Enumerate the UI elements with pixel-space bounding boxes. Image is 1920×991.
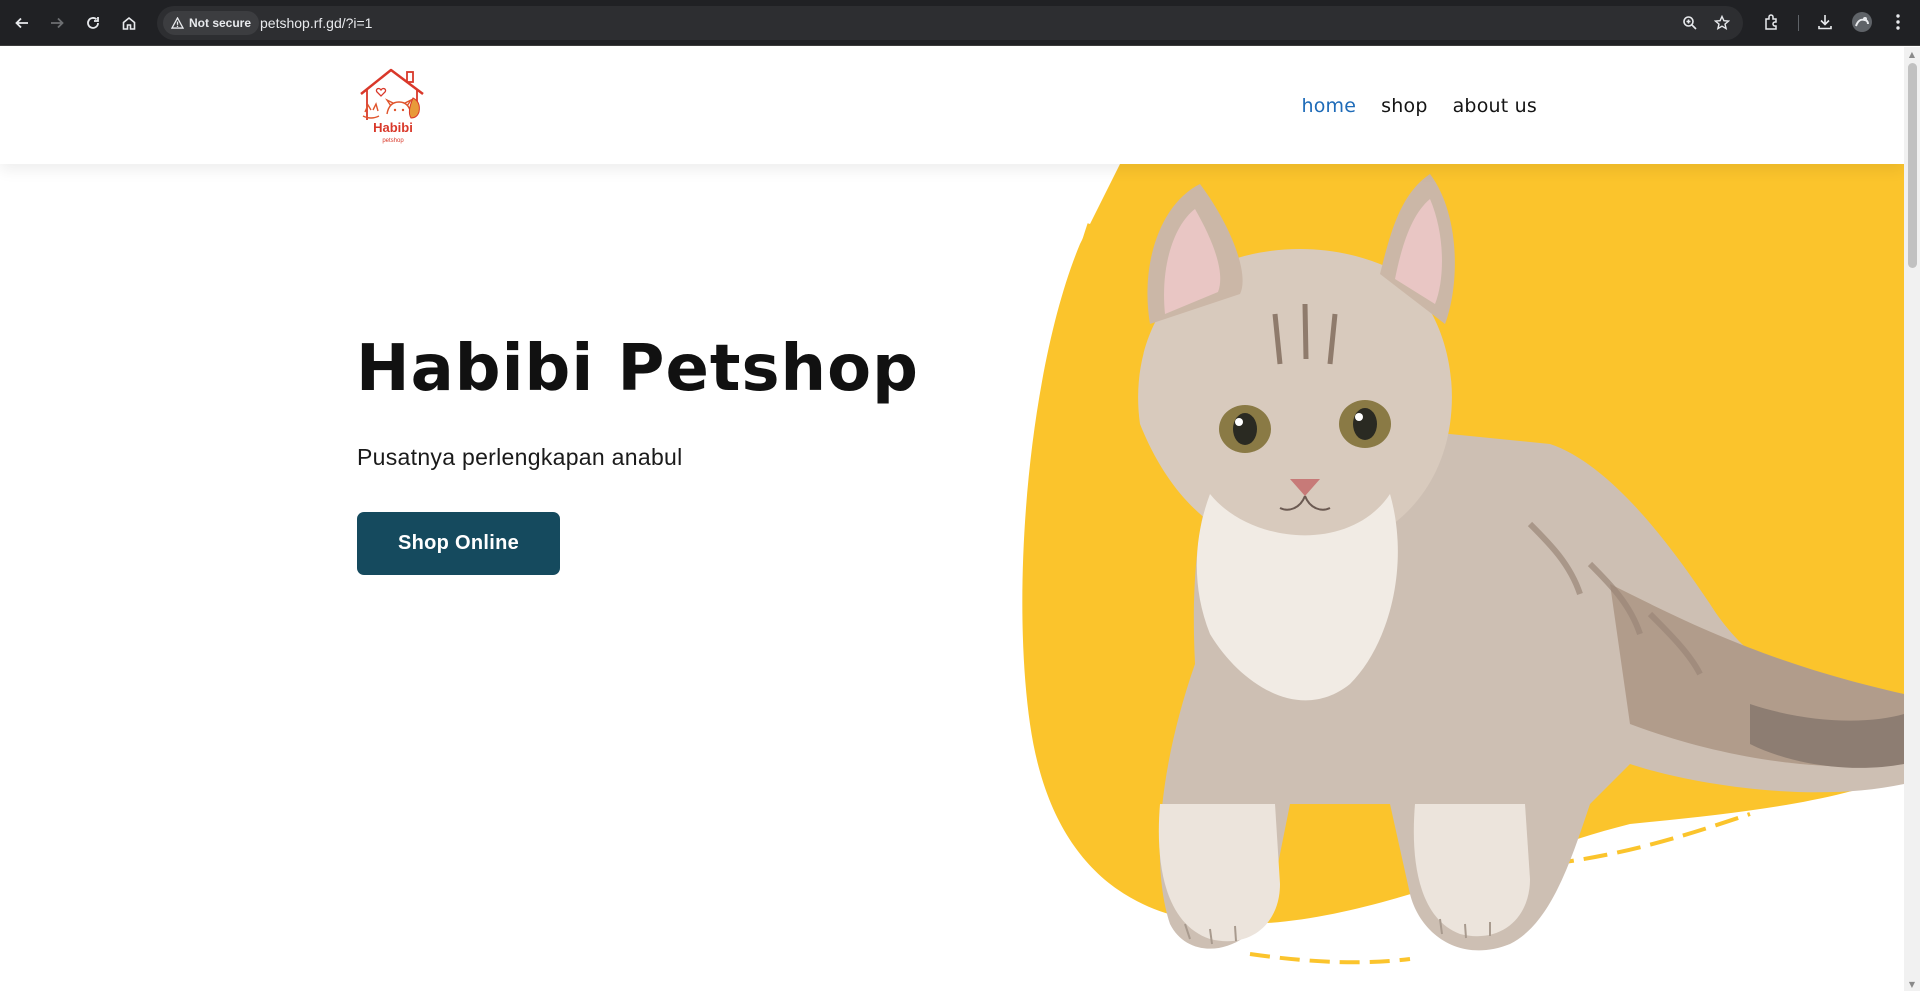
nav-home[interactable]: home — [1301, 95, 1356, 117]
profile-avatar-icon[interactable] — [1849, 9, 1875, 35]
back-button[interactable] — [7, 8, 37, 38]
hero-cat-image — [1022, 164, 1904, 965]
security-chip[interactable]: Not secure — [163, 11, 260, 35]
site-header: Habibi petshop home shop about us — [0, 47, 1904, 164]
site-logo[interactable]: Habibi petshop — [357, 66, 429, 146]
menu-kebab-icon[interactable] — [1885, 9, 1911, 35]
logo-subtext: petshop — [382, 138, 404, 144]
download-icon[interactable] — [1812, 9, 1838, 35]
shop-online-button[interactable]: Shop Online — [357, 512, 560, 575]
scrollbar-thumb[interactable] — [1908, 63, 1917, 268]
reload-button[interactable] — [78, 8, 108, 38]
hero-subtitle: Pusatnya perlengkapan anabul — [357, 444, 683, 470]
reload-icon — [87, 17, 99, 29]
petshop-logo-icon: Habibi petshop — [360, 68, 424, 144]
main-nav: home shop about us — [1301, 47, 1537, 164]
warning-icon — [171, 17, 184, 29]
scroll-up-arrow-icon[interactable]: ▲ — [1904, 47, 1920, 61]
address-bar[interactable]: Not secure petshop.rf.gd/?i=1 — [157, 6, 1743, 40]
page-scrollbar[interactable]: ▲ ▼ — [1904, 47, 1920, 991]
home-button[interactable] — [114, 8, 144, 38]
page-viewport: Habibi petshop home shop about us Habibi… — [0, 47, 1904, 991]
extensions-icon[interactable] — [1759, 9, 1785, 35]
security-label: Not secure — [189, 16, 252, 30]
forward-button[interactable] — [42, 8, 72, 38]
bookmark-star-icon[interactable] — [1712, 13, 1732, 33]
url-text[interactable]: petshop.rf.gd/?i=1 — [260, 6, 372, 40]
nav-about-us[interactable]: about us — [1453, 95, 1537, 117]
logo-text: Habibi — [373, 120, 413, 135]
home-icon — [122, 16, 136, 30]
scroll-down-arrow-icon[interactable]: ▼ — [1904, 977, 1920, 991]
toolbar-divider — [1798, 15, 1799, 31]
browser-toolbar: Not secure petshop.rf.gd/?i=1 — [0, 0, 1920, 46]
hero-title: Habibi Petshop — [356, 332, 919, 406]
nav-shop[interactable]: shop — [1381, 95, 1427, 117]
forward-arrow-icon — [51, 17, 64, 29]
zoom-icon[interactable] — [1680, 13, 1700, 33]
back-arrow-icon — [15, 17, 28, 29]
